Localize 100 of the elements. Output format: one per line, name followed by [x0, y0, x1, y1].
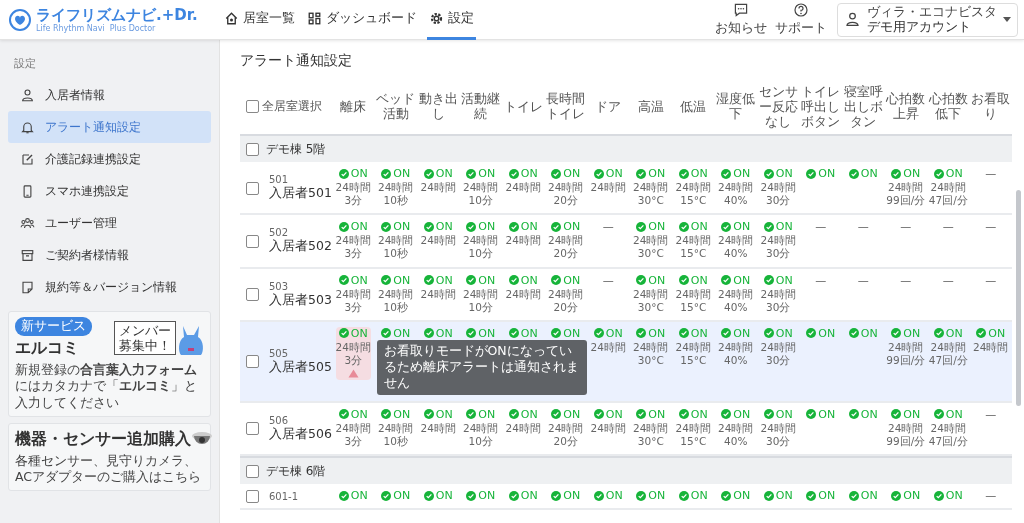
checkbox[interactable]	[246, 422, 259, 436]
check-circle-icon	[466, 221, 477, 232]
purchase-banner[interactable]: 機器・センサー追加購入 各種センサー、見守りカメラ、ACアダプターのご購入はこちら	[8, 422, 211, 492]
check-circle-icon	[551, 490, 562, 501]
not-set-mark: —	[942, 220, 954, 234]
nav-tab[interactable]: 設定	[427, 0, 476, 40]
check-circle-icon	[891, 168, 902, 179]
check-circle-icon	[508, 221, 519, 232]
sidebar-item[interactable]: 規約等＆バージョン情報	[8, 271, 211, 303]
check-circle-icon	[763, 168, 774, 179]
status-text: ON	[350, 326, 368, 340]
status-text: ON	[648, 407, 666, 421]
alert-setting: 24時間	[420, 287, 456, 301]
checkbox[interactable]	[246, 490, 259, 503]
status-text: ON	[690, 273, 708, 287]
account-menu[interactable]: ヴィラ・エコナビスタ デモ用アカウント	[837, 2, 1018, 37]
select-all-label[interactable]: 全居室選択	[262, 97, 322, 115]
status-text: ON	[520, 220, 538, 234]
nav-tab[interactable]: 居室一覧	[222, 0, 297, 40]
alert-setting: 24時間 30分	[760, 234, 796, 261]
status-text: ON	[818, 407, 836, 421]
support-button[interactable]: サポート	[771, 2, 831, 37]
sidebar-item[interactable]: ご契約者様情報	[8, 239, 211, 271]
check-circle-icon	[763, 490, 774, 501]
check-circle-icon	[338, 221, 349, 232]
status-text: ON	[563, 407, 581, 421]
service-banner[interactable]: 新サービス エルコミ メンバー募集中！ 新規登録の合言葉入力フォームにはカタカナで「エルコミ」と入力してください	[8, 311, 211, 417]
check-circle-icon	[933, 168, 944, 179]
check-circle-icon	[338, 328, 349, 339]
status-text: ON	[945, 489, 963, 502]
alert-setting: 24時間 30°C	[633, 234, 669, 261]
checkbox[interactable]	[246, 464, 259, 478]
check-circle-icon	[763, 328, 774, 339]
check-circle-icon	[423, 409, 434, 420]
check-circle-icon	[338, 409, 349, 420]
status-text: ON	[435, 407, 453, 421]
nav-tab[interactable]: ダッシュボード	[305, 0, 419, 40]
alert-setting: 24時間 99回/分	[886, 421, 926, 448]
not-set-mark: —	[857, 273, 869, 287]
chat-icon	[733, 2, 749, 18]
status-text: ON	[478, 167, 496, 180]
column-header: ドア	[594, 98, 623, 114]
group-name: デモ棟 5階	[266, 140, 326, 158]
banner-title: 機器・センサー追加購入	[15, 428, 191, 450]
not-set-mark: —	[815, 220, 827, 234]
check-circle-icon	[338, 490, 349, 501]
check-circle-icon	[593, 490, 604, 501]
alert-setting: 24時間 40%	[718, 340, 754, 367]
check-circle-icon	[976, 328, 987, 339]
status-text: ON	[605, 407, 623, 421]
checkbox[interactable]	[246, 234, 259, 248]
status-text: ON	[648, 273, 666, 287]
status-text: ON	[520, 489, 538, 502]
not-set-mark: —	[985, 273, 997, 287]
notifications-button[interactable]: お知らせ	[711, 2, 771, 37]
sidebar-item[interactable]: 介護記録連携設定	[8, 143, 211, 175]
sidebar-item[interactable]: 入居者情報	[8, 79, 211, 111]
sidebar-item[interactable]: ユーザー管理	[8, 207, 211, 239]
alert-setting: 24時間 15°C	[675, 287, 711, 314]
check-circle-icon	[381, 168, 392, 179]
checkbox[interactable]	[246, 288, 259, 302]
resident-name: 入居者505	[269, 358, 332, 376]
check-circle-icon	[721, 490, 732, 501]
column-header: 活動継続	[460, 91, 502, 121]
check-circle-icon	[763, 409, 774, 420]
check-circle-icon	[933, 328, 944, 339]
status-text: ON	[520, 167, 538, 180]
check-circle-icon	[678, 168, 689, 179]
alert-setting: 24時間 20分	[548, 181, 584, 208]
check-circle-icon	[636, 409, 647, 420]
checkbox[interactable]	[246, 99, 259, 113]
status-text: ON	[478, 273, 496, 287]
alert-setting: 24時間 40%	[718, 181, 754, 208]
status-text: ON	[860, 167, 878, 180]
status-text: ON	[818, 489, 836, 502]
status-text: ON	[733, 220, 751, 234]
alert-setting: 24時間 10秒	[378, 181, 414, 208]
status-text: ON	[435, 220, 453, 234]
alert-setting: 24時間 40%	[718, 287, 754, 314]
alert-setting: 24時間 99回/分	[886, 340, 926, 367]
alert-setting: 24時間 15°C	[675, 234, 711, 261]
status-text: ON	[988, 326, 1006, 340]
check-circle-icon	[551, 221, 562, 232]
room-number: 505	[269, 347, 290, 359]
not-set-mark: —	[942, 273, 954, 287]
alert-setting: 24時間 10分	[463, 181, 499, 208]
check-circle-icon	[466, 409, 477, 420]
check-circle-icon	[806, 490, 817, 501]
column-header: 寝室呼出しボタン	[842, 83, 884, 129]
status-text: ON	[733, 407, 751, 421]
alert-setting: 24時間	[590, 181, 626, 195]
checkbox[interactable]	[246, 181, 259, 195]
status-text: ON	[945, 326, 963, 340]
sidebar-item[interactable]: アラート通知設定	[8, 111, 211, 143]
checkbox[interactable]	[246, 355, 259, 369]
check-circle-icon	[466, 168, 477, 179]
not-set-mark: —	[602, 220, 614, 234]
sidebar-item[interactable]: スマホ連携設定	[8, 175, 211, 207]
checkbox[interactable]	[246, 142, 259, 156]
scrollbar[interactable]	[1016, 190, 1021, 406]
